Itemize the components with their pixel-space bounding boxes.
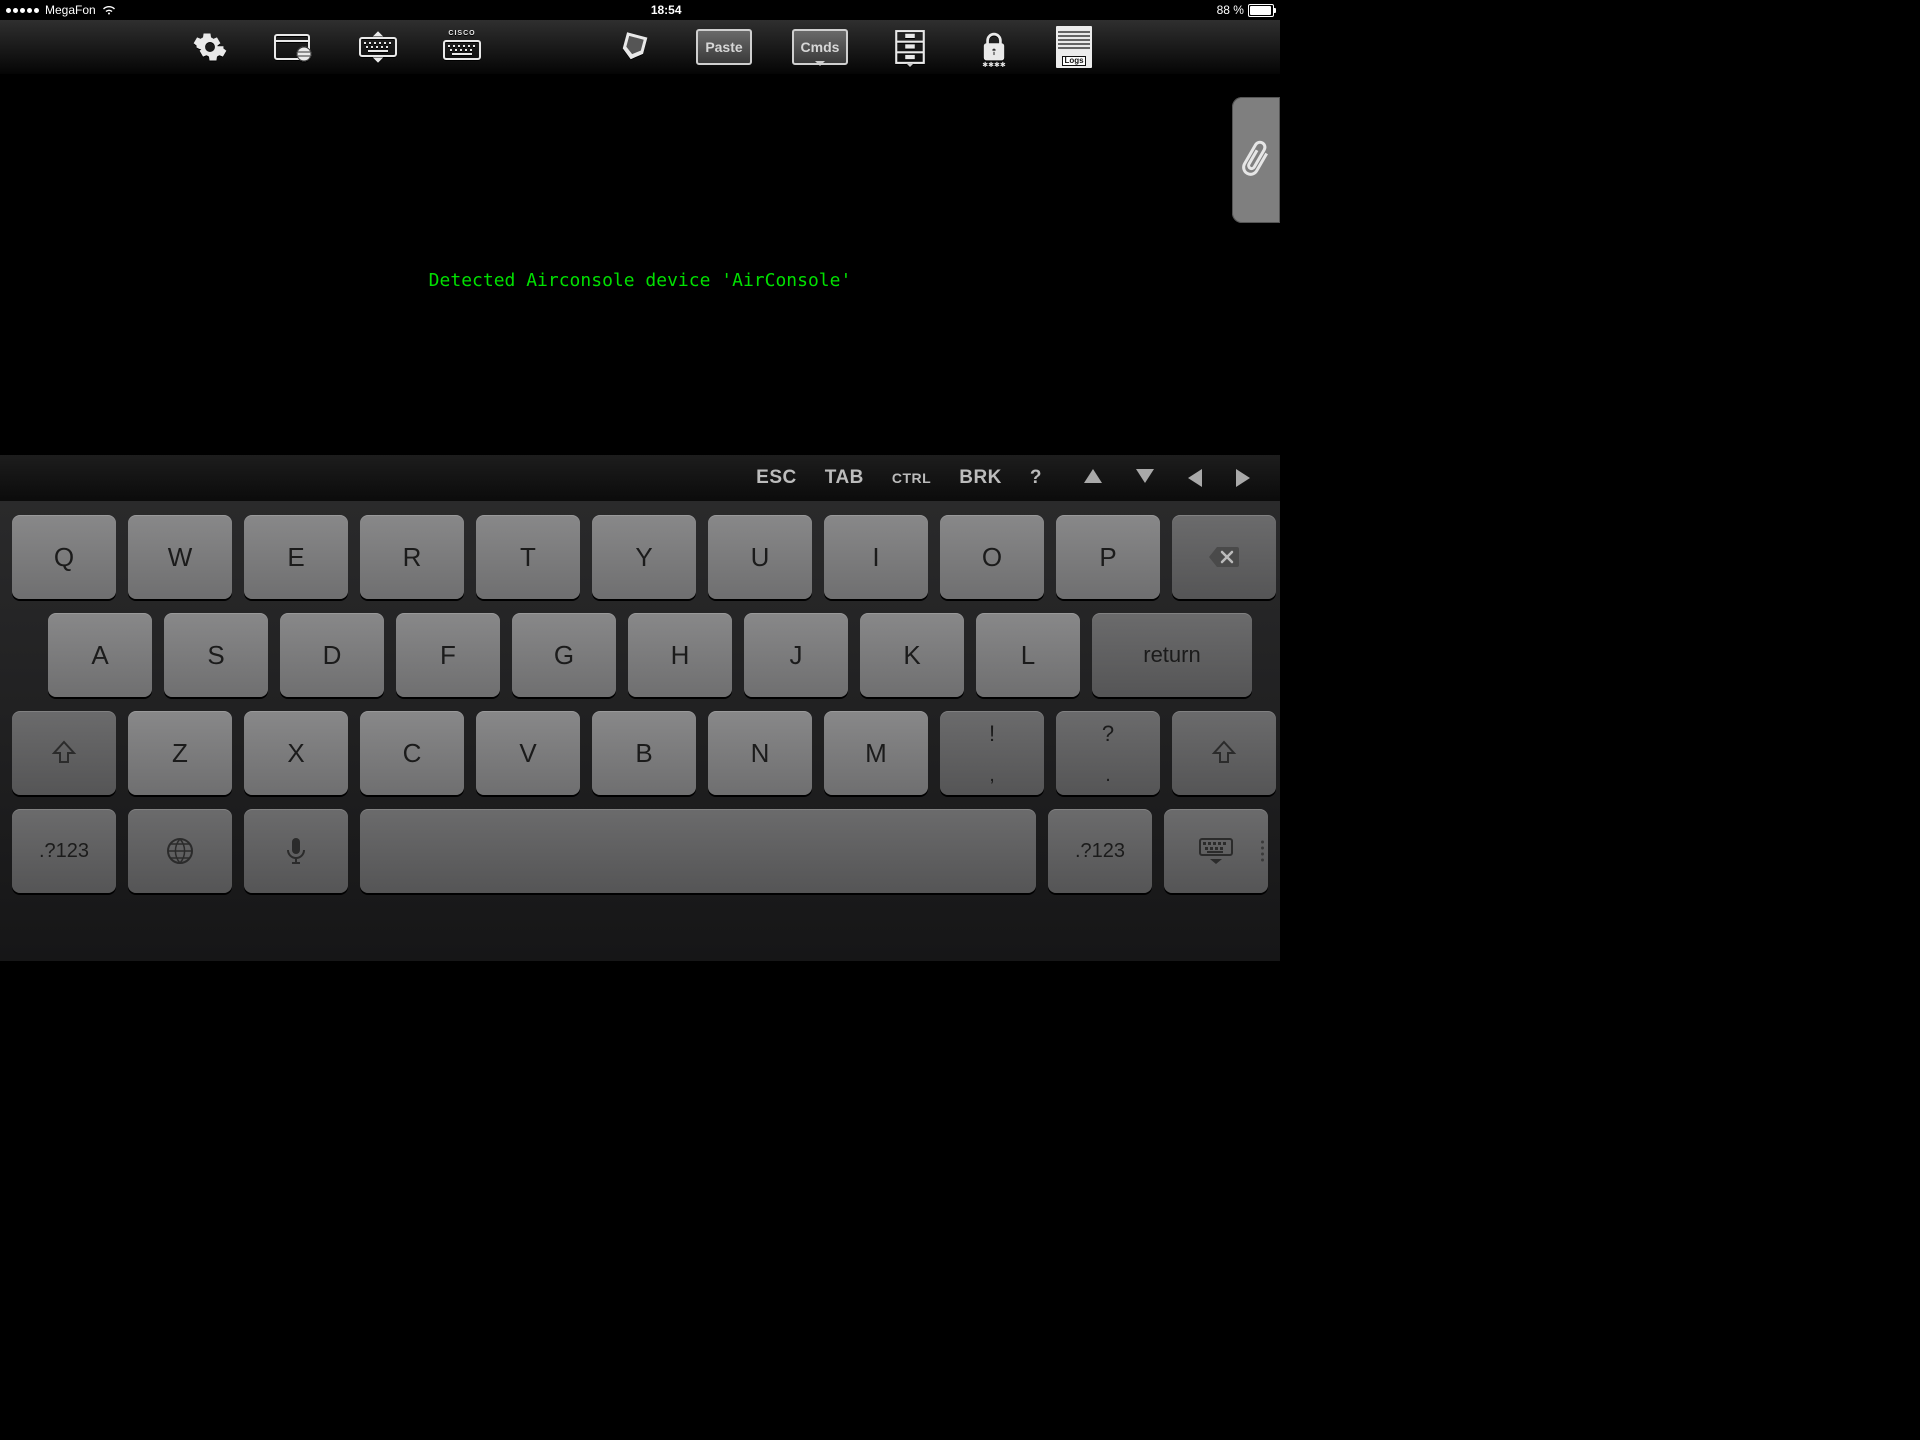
- key-u[interactable]: U: [708, 515, 812, 599]
- terminal-area[interactable]: Detected Airconsole device 'AirConsole': [0, 75, 1280, 455]
- key-g[interactable]: G: [512, 613, 616, 697]
- shift-key-right[interactable]: [1172, 711, 1276, 795]
- key-v[interactable]: V: [476, 711, 580, 795]
- key-k[interactable]: K: [860, 613, 964, 697]
- app-toolbar: CISCO Paste Cmds ✱✱✱✱ Logs: [0, 20, 1280, 75]
- question-key[interactable]: ?: [1030, 467, 1042, 489]
- ios-status-bar: MegaFon 18:54 88 %: [0, 0, 1280, 20]
- key-h[interactable]: H: [628, 613, 732, 697]
- cmds-label: Cmds: [801, 39, 840, 55]
- logs-button[interactable]: Logs: [1056, 26, 1092, 68]
- key-period[interactable]: ? .: [1056, 711, 1160, 795]
- battery-icon: [1248, 4, 1274, 17]
- key-x[interactable]: X: [244, 711, 348, 795]
- key-period-bot: .: [1105, 764, 1111, 787]
- battery-text: 88 %: [1217, 3, 1244, 17]
- key-w[interactable]: W: [128, 515, 232, 599]
- commands-button[interactable]: Cmds: [792, 29, 848, 65]
- hide-keyboard-key[interactable]: [1164, 809, 1268, 893]
- arrow-up-key[interactable]: [1084, 469, 1102, 483]
- key-f[interactable]: F: [396, 613, 500, 697]
- key-d[interactable]: D: [280, 613, 384, 697]
- key-z[interactable]: Z: [128, 711, 232, 795]
- status-left: MegaFon: [6, 3, 116, 17]
- key-a[interactable]: A: [48, 613, 152, 697]
- backspace-key[interactable]: [1172, 515, 1276, 599]
- clock: 18:54: [651, 3, 682, 17]
- key-p[interactable]: P: [1056, 515, 1160, 599]
- key-l[interactable]: L: [976, 613, 1080, 697]
- password-lock-button[interactable]: ✱✱✱✱: [972, 27, 1016, 67]
- key-q[interactable]: Q: [12, 515, 116, 599]
- arrow-right-key[interactable]: [1236, 469, 1250, 487]
- settings-button[interactable]: [188, 27, 232, 67]
- file-cabinet-button[interactable]: [888, 27, 932, 67]
- key-m[interactable]: M: [824, 711, 928, 795]
- logs-label: Logs: [1062, 56, 1085, 66]
- arrow-left-key[interactable]: [1188, 469, 1202, 487]
- return-key[interactable]: return: [1092, 613, 1252, 697]
- tab-key[interactable]: TAB: [825, 467, 864, 489]
- scripts-button[interactable]: [612, 27, 656, 67]
- key-comma[interactable]: ! ,: [940, 711, 1044, 795]
- key-period-top: ?: [1102, 721, 1114, 747]
- key-comma-bot: ,: [989, 764, 995, 787]
- key-y[interactable]: Y: [592, 515, 696, 599]
- function-key-bar: ESC TAB CTRL BRK ?: [0, 455, 1280, 501]
- key-s[interactable]: S: [164, 613, 268, 697]
- ctrl-key[interactable]: CTRL: [892, 470, 931, 486]
- key-b[interactable]: B: [592, 711, 696, 795]
- carrier-label: MegaFon: [45, 3, 96, 17]
- battery-indicator: 88 %: [1217, 3, 1274, 17]
- globe-key[interactable]: [128, 809, 232, 893]
- key-t[interactable]: T: [476, 515, 580, 599]
- cisco-label: CISCO: [448, 30, 475, 37]
- key-n[interactable]: N: [708, 711, 812, 795]
- arrow-down-key[interactable]: [1136, 469, 1154, 483]
- numeric-key-left[interactable]: .?123: [12, 809, 116, 893]
- key-i[interactable]: I: [824, 515, 928, 599]
- key-o[interactable]: O: [940, 515, 1044, 599]
- attachment-tab[interactable]: [1232, 97, 1280, 223]
- paste-button[interactable]: Paste: [696, 29, 752, 65]
- shift-key-left[interactable]: [12, 711, 116, 795]
- numeric-key-right[interactable]: .?123: [1048, 809, 1152, 893]
- terminal-message: Detected Airconsole device 'AirConsole': [429, 270, 852, 291]
- cisco-keyboard-button[interactable]: CISCO: [440, 27, 484, 67]
- key-r[interactable]: R: [360, 515, 464, 599]
- key-comma-top: !: [989, 721, 995, 747]
- dictation-key[interactable]: [244, 809, 348, 893]
- space-key[interactable]: [360, 809, 1036, 893]
- wifi-icon: [102, 5, 116, 15]
- browser-button[interactable]: [272, 27, 316, 67]
- key-c[interactable]: C: [360, 711, 464, 795]
- key-e[interactable]: E: [244, 515, 348, 599]
- keyboard-toggle-button[interactable]: [356, 27, 400, 67]
- paste-label: Paste: [705, 39, 742, 55]
- brk-key[interactable]: BRK: [959, 467, 1002, 489]
- key-j[interactable]: J: [744, 613, 848, 697]
- signal-strength-icon: [6, 8, 39, 13]
- virtual-keyboard: Q W E R T Y U I O P A S D F G H J K L re…: [0, 501, 1280, 961]
- esc-key[interactable]: ESC: [756, 467, 797, 489]
